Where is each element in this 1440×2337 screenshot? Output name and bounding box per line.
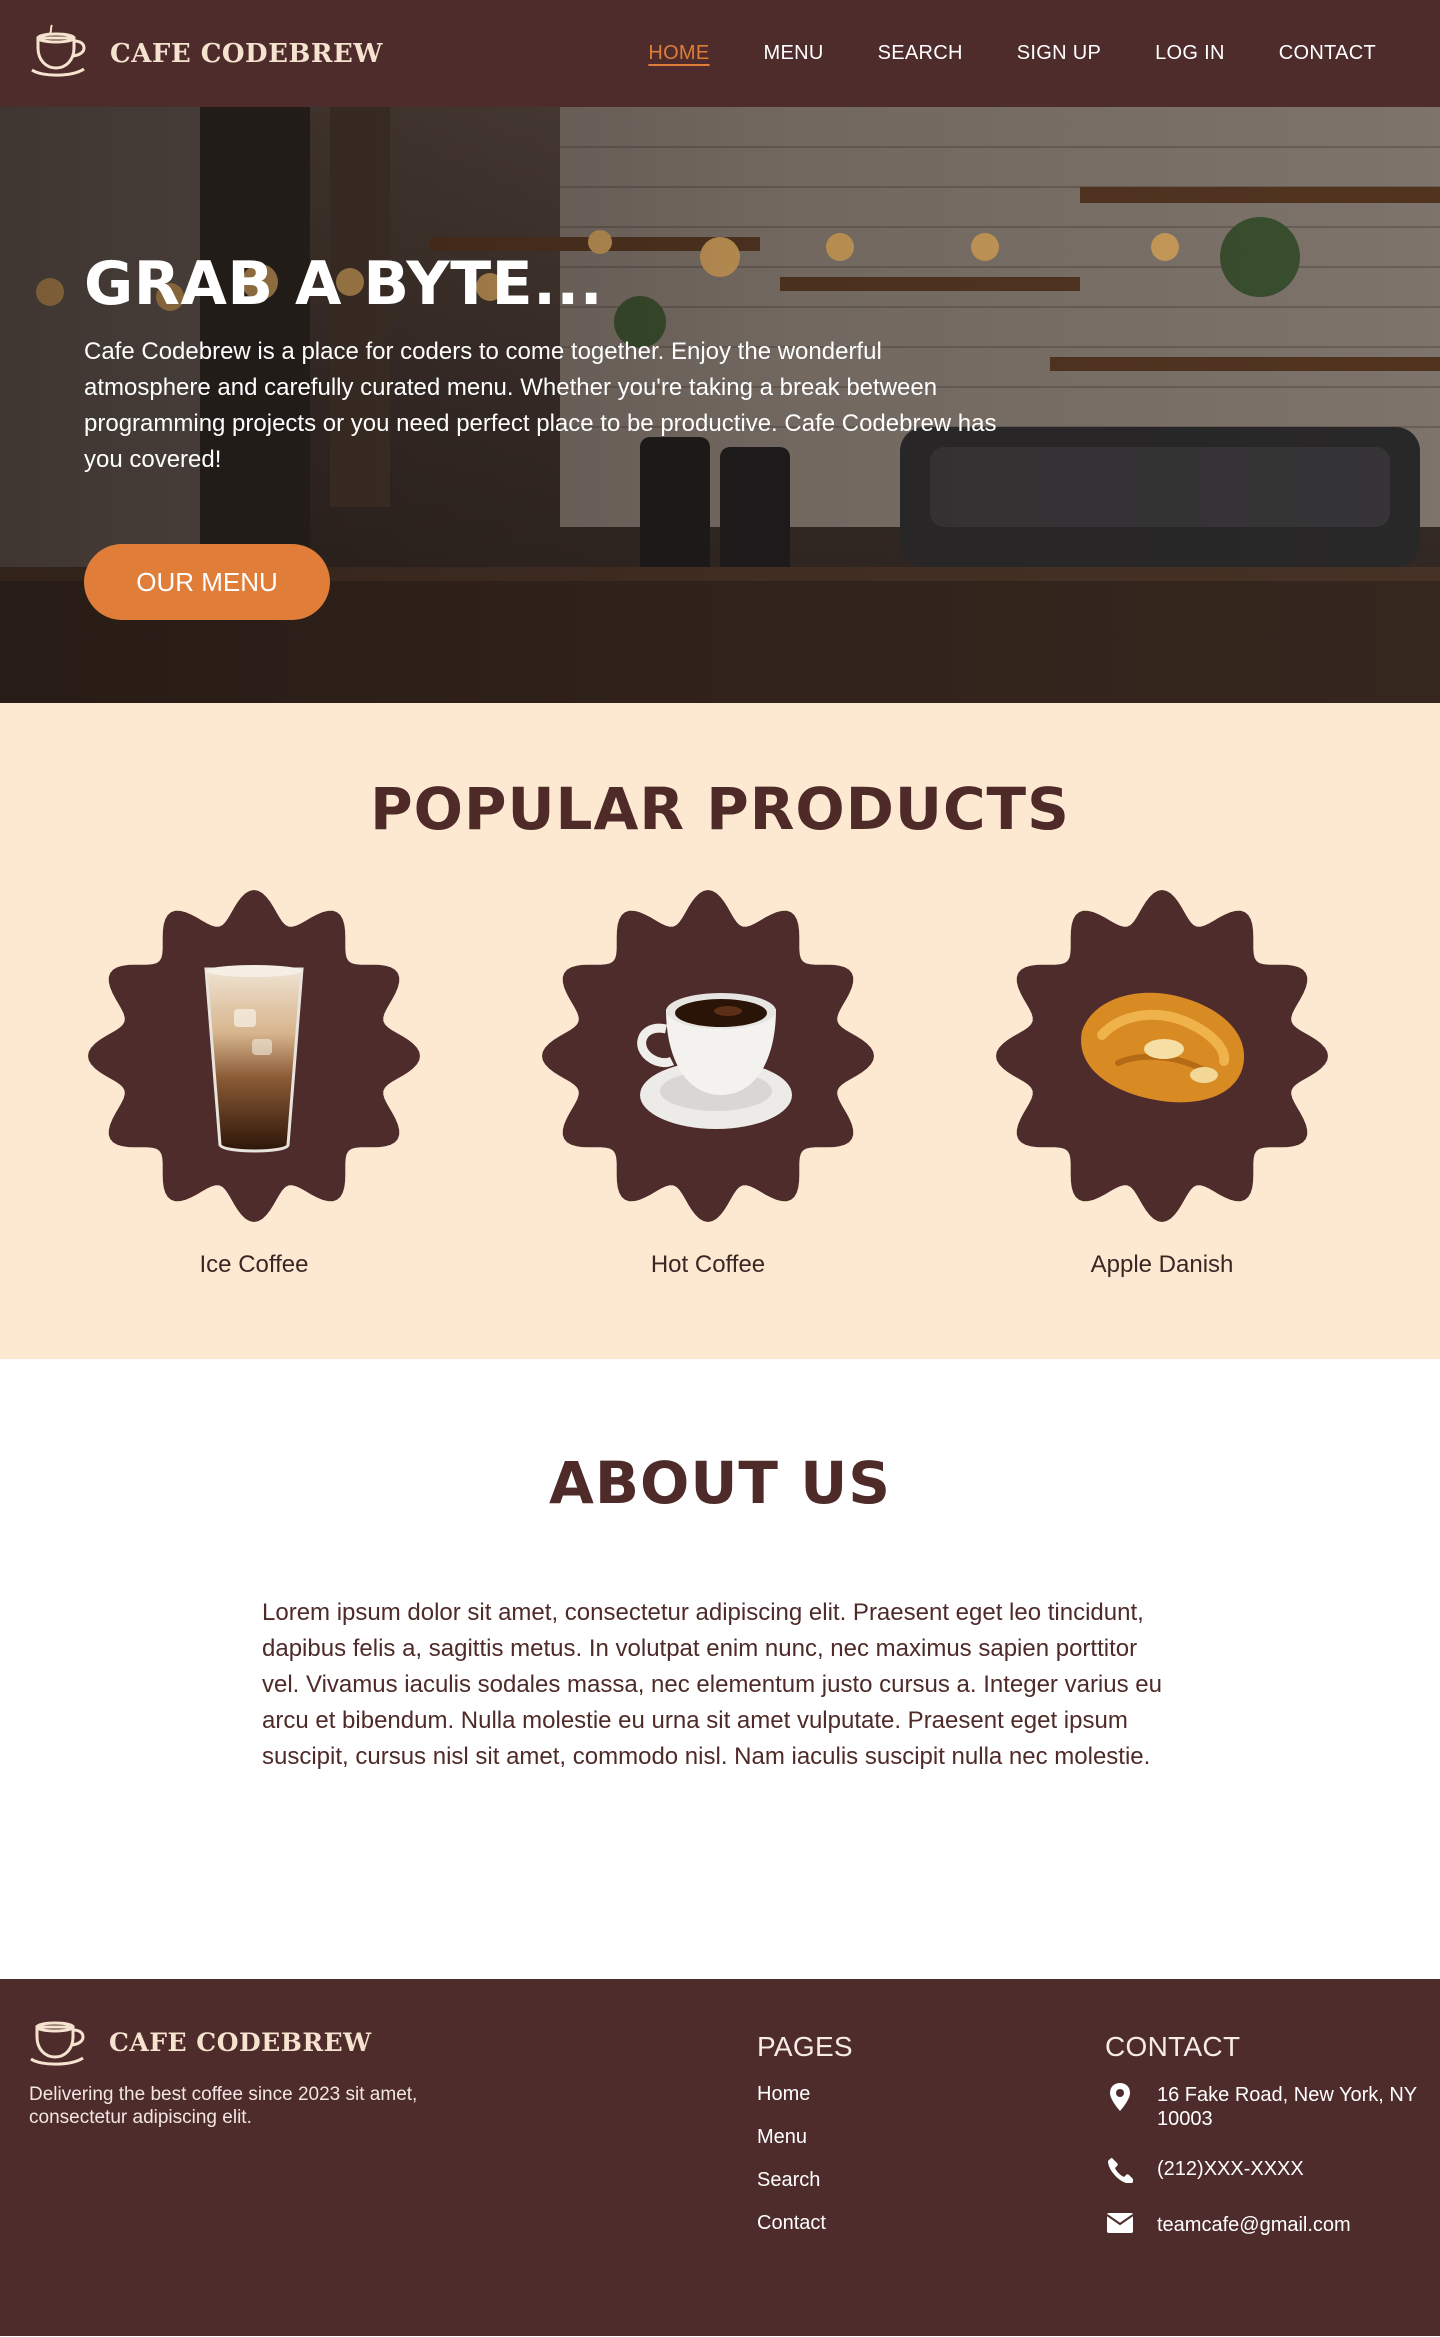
footer-pages-title: PAGES <box>757 2031 853 2062</box>
contact-address: 16 Fake Road, New York, NY 10003 <box>1105 2083 1417 2131</box>
brand-logo[interactable]: CAFE CODEBREW <box>30 24 383 83</box>
about-title: ABOUT US <box>548 1449 892 1517</box>
footer-menu-link[interactable]: Menu <box>757 2126 853 2149</box>
about-text: Lorem ipsum dolor sit amet, consectetur … <box>262 1599 1162 1770</box>
contact-email: teamcafe@gmail.com <box>1105 2213 1417 2243</box>
nav-links: HOME MENU SEARCH SIGN UP LOG IN CONTACT <box>648 42 1376 65</box>
hero-description: Cafe Codebrew is a place for coders to c… <box>84 338 997 473</box>
footer-pages: PAGES Home Menu Search Contact <box>757 2031 853 2255</box>
contact-email-text[interactable]: teamcafe@gmail.com <box>1157 2213 1417 2237</box>
nav-login-link[interactable]: LOG IN <box>1155 42 1225 65</box>
brand-name: CAFE CODEBREW <box>110 38 383 69</box>
footer-brand-name: CAFE CODEBREW <box>109 2028 372 2057</box>
nav-search-link[interactable]: SEARCH <box>878 42 963 65</box>
product-name: Hot Coffee <box>650 1251 766 1278</box>
footer-contact: CONTACT 16 Fake Road, New York, NY 10003… <box>1105 2031 1417 2269</box>
hero-title: GRAB A BYTE... <box>84 249 604 319</box>
footer-tagline: Delivering the best coffee since 2023 si… <box>29 2084 418 2128</box>
iced-coffee-glass-icon <box>194 959 314 1164</box>
product-card[interactable]: Ice Coffee <box>86 881 422 1279</box>
hero-section: GRAB A BYTE... Cafe Codebrew is a place … <box>0 107 1440 703</box>
product-card[interactable]: Hot Coffee <box>540 881 876 1279</box>
top-navbar: CAFE CODEBREW HOME MENU SEARCH SIGN UP L… <box>0 0 1440 107</box>
envelope-icon <box>1105 2213 1135 2243</box>
popular-products-title: POPULAR PRODUCTS <box>370 775 1070 843</box>
hot-coffee-cup-icon <box>616 969 800 1144</box>
coffee-cup-icon <box>29 2013 91 2072</box>
about-section: ABOUT US Lorem ipsum dolor sit amet, con… <box>0 1359 1440 1979</box>
apple-danish-pastry-icon <box>1072 979 1256 1124</box>
hero-content: GRAB A BYTE... Cafe Codebrew is a place … <box>84 254 1014 620</box>
our-menu-button[interactable]: OUR MENU <box>84 544 330 620</box>
location-pin-icon <box>1105 2083 1135 2113</box>
footer-home-link[interactable]: Home <box>757 2083 853 2106</box>
footer-brand[interactable]: CAFE CODEBREW <box>29 2013 372 2072</box>
product-list: Ice Coffee Hot Coffee Apple Danish <box>0 881 1440 1279</box>
contact-address-text: 16 Fake Road, New York, NY 10003 <box>1157 2084 1417 2130</box>
product-name: Ice Coffee <box>199 1251 309 1278</box>
footer-search-link[interactable]: Search <box>757 2169 853 2192</box>
popular-products-section: POPULAR PRODUCTS Ice Coffee Hot Coffee A… <box>0 703 1440 1359</box>
footer: CAFE CODEBREW Delivering the best coffee… <box>0 1979 1440 2336</box>
phone-icon <box>1105 2157 1135 2187</box>
nav-menu-link[interactable]: MENU <box>764 42 824 65</box>
contact-phone: (212)XXX-XXXX <box>1105 2157 1417 2187</box>
footer-contact-title: CONTACT <box>1105 2031 1241 2062</box>
contact-phone-text[interactable]: (212)XXX-XXXX <box>1157 2157 1417 2181</box>
nav-contact-link[interactable]: CONTACT <box>1279 42 1376 65</box>
product-card[interactable]: Apple Danish <box>994 881 1330 1279</box>
footer-contact-link[interactable]: Contact <box>757 2212 853 2235</box>
nav-signup-link[interactable]: SIGN UP <box>1017 42 1101 65</box>
product-name: Apple Danish <box>1090 1251 1234 1278</box>
coffee-cup-icon <box>30 24 92 83</box>
nav-home-link[interactable]: HOME <box>648 42 709 65</box>
